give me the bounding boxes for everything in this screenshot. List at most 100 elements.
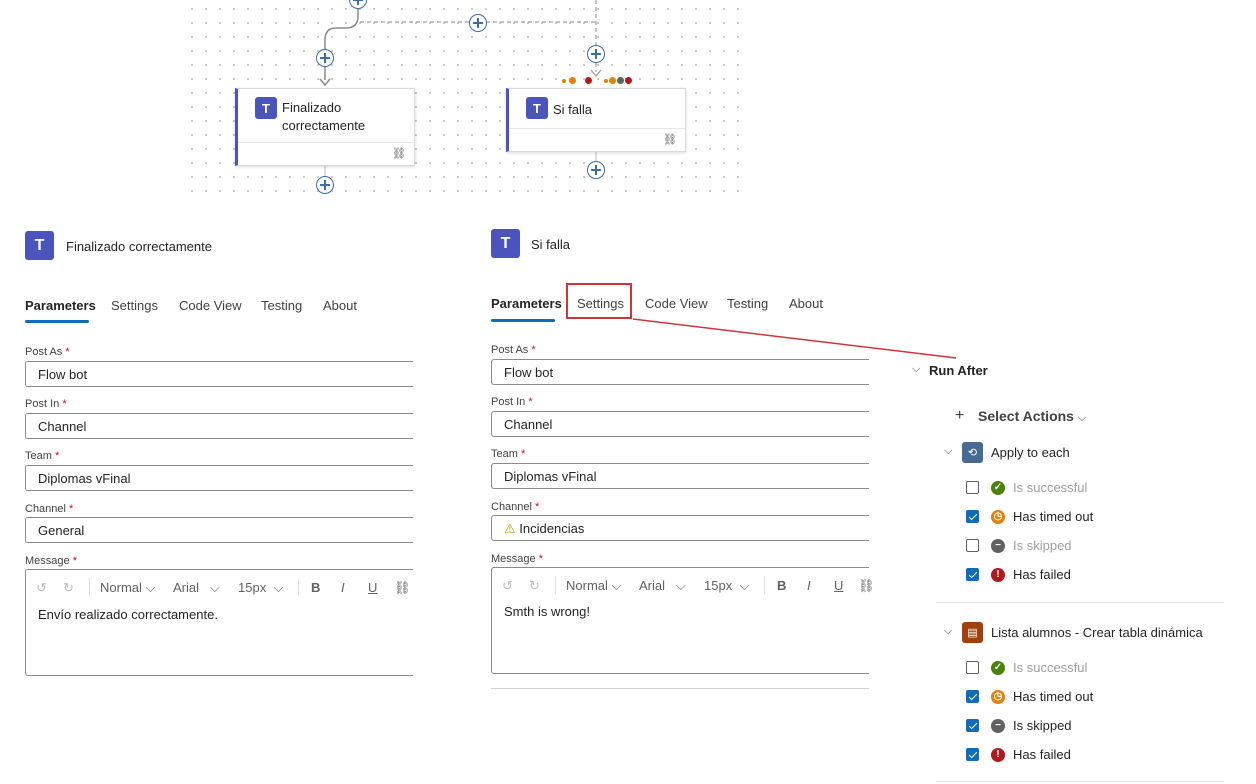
link-icon[interactable]: ⛓ [858, 578, 875, 594]
team-field[interactable]: Diplomas vFinal [491, 463, 869, 489]
plus-icon[interactable]: + [955, 407, 964, 425]
undo-icon[interactable]: ↺ [502, 578, 513, 594]
link-icon: ⛓ [663, 134, 677, 146]
condition-label[interactable]: Is successful [1013, 660, 1087, 675]
chevron-down-icon[interactable]: ⌵ [944, 625, 952, 638]
panel-divider [491, 688, 869, 689]
post-as-label: Post As * [491, 344, 536, 356]
channel-field[interactable]: General [25, 517, 413, 543]
condition-label[interactable]: Has failed [1013, 567, 1071, 582]
add-step-after-finalizado-button[interactable] [316, 176, 334, 194]
tab-parameters[interactable]: Parameters [491, 296, 562, 311]
select-actions-button[interactable]: Select Actions ⌵ [978, 408, 1086, 425]
failed-status-icon: ! [991, 748, 1005, 762]
success-status-icon: ✓ [991, 661, 1005, 675]
font-size-dropdown[interactable]: 15px ⌵ [704, 578, 749, 594]
tab-about[interactable]: About [323, 298, 357, 313]
condition-checkbox[interactable] [966, 481, 979, 494]
redo-icon[interactable]: ↻ [529, 578, 540, 594]
tab-about[interactable]: About [789, 296, 823, 311]
font-size-dropdown[interactable]: 15px ⌵ [238, 580, 283, 596]
message-editor[interactable]: ↺ ↻ Normal ⌵ Arial ⌵ 15px ⌵ B I U ⛓ Enví… [25, 569, 413, 676]
undo-icon[interactable]: ↺ [36, 580, 47, 596]
tab-testing[interactable]: Testing [727, 296, 768, 311]
post-as-field[interactable]: Flow bot [491, 359, 869, 385]
table-icon: ▤ [962, 622, 983, 643]
tab-active-indicator [491, 319, 555, 322]
add-step-after-si-falla-button[interactable] [587, 161, 605, 179]
tab-parameters[interactable]: Parameters [25, 298, 96, 313]
font-dropdown[interactable]: Arial ⌵ [639, 578, 686, 594]
panel-title: Si falla [531, 237, 571, 252]
teams-icon: T [526, 97, 548, 119]
post-in-label: Post In * [491, 396, 533, 408]
format-dropdown[interactable]: Normal ⌵ [566, 578, 621, 594]
post-as-label: Post As * [25, 346, 70, 358]
redo-icon[interactable]: ↻ [63, 580, 74, 596]
italic-button[interactable]: I [807, 578, 811, 593]
channel-field[interactable]: ⚠ Incidencias [491, 515, 869, 541]
condition-checkbox[interactable] [966, 719, 979, 732]
tab-code-view[interactable]: Code View [179, 298, 242, 313]
condition-checkbox[interactable] [966, 661, 979, 674]
action-name[interactable]: Apply to each [991, 445, 1070, 460]
add-step-left-button[interactable] [316, 49, 334, 67]
editor-toolbar: ↺ ↻ Normal ⌵ Arial ⌵ 15px ⌵ B I U ⛓ [492, 568, 875, 602]
condition-checkbox[interactable] [966, 510, 979, 523]
panel-title: Finalizado correctamente [66, 239, 212, 254]
bold-button[interactable]: B [777, 578, 786, 593]
warning-icon: ⚠ [504, 521, 516, 536]
italic-button[interactable]: I [341, 580, 345, 595]
card-footer: ⛓ [238, 142, 414, 165]
message-text: Envío realizado correctamente. [38, 607, 218, 622]
team-label: Team * [491, 448, 526, 460]
link-icon: ⛓ [392, 148, 406, 160]
team-field[interactable]: Diplomas vFinal [25, 465, 413, 491]
condition-label[interactable]: Is skipped [1013, 718, 1072, 733]
loop-icon: ⟲ [962, 442, 983, 463]
timeout-status-icon: ◷ [991, 510, 1005, 524]
editor-toolbar: ↺ ↻ Normal ⌵ Arial ⌵ 15px ⌵ B I U ⛓ [26, 570, 413, 604]
card-footer: ⛓ [509, 128, 685, 151]
condition-checkbox[interactable] [966, 568, 979, 581]
condition-checkbox[interactable] [966, 748, 979, 761]
skipped-status-icon: − [991, 539, 1005, 553]
run-after-title[interactable]: Run After [929, 363, 988, 378]
action-card-finalizado[interactable]: T Finalizado correctamente ⛓ [235, 88, 415, 166]
tab-settings[interactable]: Settings [111, 298, 158, 313]
card-title: Si falla [553, 102, 593, 117]
message-editor[interactable]: ↺ ↻ Normal ⌵ Arial ⌵ 15px ⌵ B I U ⛓ Smth… [491, 567, 875, 674]
chevron-down-icon[interactable]: ⌵ [944, 445, 952, 458]
tab-code-view[interactable]: Code View [645, 296, 708, 311]
font-dropdown[interactable]: Arial ⌵ [173, 580, 220, 596]
message-text: Smth is wrong! [504, 604, 590, 619]
message-label: Message * [25, 555, 77, 567]
condition-label[interactable]: Is skipped [1013, 538, 1072, 553]
failed-status-icon: ! [991, 568, 1005, 582]
action-card-si-falla[interactable]: T Si falla ⛓ [506, 88, 686, 152]
format-dropdown[interactable]: Normal ⌵ [100, 580, 155, 596]
settings-tab-highlight [566, 283, 632, 319]
link-icon[interactable]: ⛓ [394, 580, 411, 596]
channel-value: Incidencias [519, 521, 585, 536]
underline-button[interactable]: U [834, 578, 843, 593]
underline-button[interactable]: U [368, 580, 377, 595]
condition-label[interactable]: Is successful [1013, 480, 1087, 495]
bold-button[interactable]: B [311, 580, 320, 595]
add-parallel-branch-button[interactable] [469, 14, 487, 32]
condition-checkbox[interactable] [966, 690, 979, 703]
condition-label[interactable]: Has timed out [1013, 689, 1093, 704]
tab-testing[interactable]: Testing [261, 298, 302, 313]
post-in-field[interactable]: Channel [491, 411, 869, 437]
teams-icon: T [25, 231, 54, 260]
condition-label[interactable]: Has timed out [1013, 509, 1093, 524]
condition-checkbox[interactable] [966, 539, 979, 552]
action-name[interactable]: Lista alumnos - Crear tabla dinámica [991, 625, 1203, 640]
highlight-callout-line [632, 318, 957, 359]
post-as-field[interactable]: Flow bot [25, 361, 413, 387]
post-in-field[interactable]: Channel [25, 413, 413, 439]
success-status-icon: ✓ [991, 481, 1005, 495]
condition-label[interactable]: Has failed [1013, 747, 1071, 762]
chevron-down-icon[interactable]: ⌵ [912, 363, 920, 376]
add-step-right-button[interactable] [587, 45, 605, 63]
